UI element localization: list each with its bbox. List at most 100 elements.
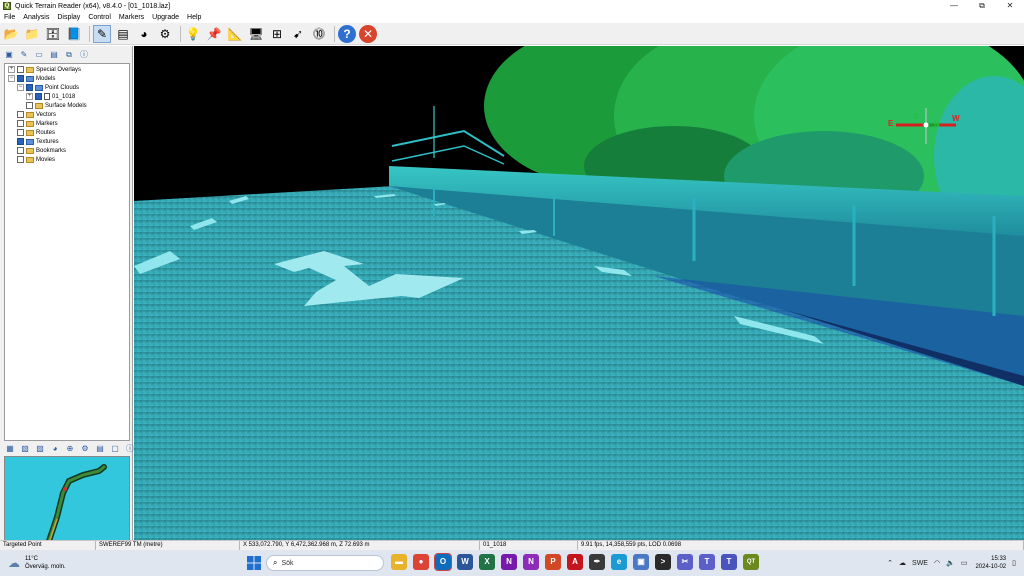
tree-item[interactable]: Movies	[5, 155, 129, 164]
teams-alt-icon[interactable]: T	[721, 554, 737, 570]
counter-10-icon[interactable]: ⓾	[310, 25, 328, 43]
checkbox[interactable]	[17, 129, 24, 136]
weather-widget[interactable]: ☁ 11°C Överväg. moln.	[8, 553, 88, 573]
qtr-taskbar-icon[interactable]: QT	[743, 554, 759, 570]
close-icon[interactable]: ✕	[996, 0, 1024, 12]
layers-icon[interactable]: ▤	[114, 25, 132, 43]
checkbox[interactable]	[26, 84, 33, 91]
word-icon[interactable]: W	[457, 554, 473, 570]
panel-info-icon[interactable]: ⓘ	[78, 49, 90, 60]
battery-icon[interactable]: ▭	[961, 559, 968, 567]
edge-icon[interactable]: e	[611, 554, 627, 570]
triangle-ruler-icon[interactable]: 📐	[226, 25, 244, 43]
lightbulb-icon[interactable]: 💡	[184, 25, 202, 43]
tree-item[interactable]: +01_1018	[5, 92, 129, 101]
powerpoint-icon[interactable]: P	[545, 554, 561, 570]
layer-tree[interactable]: + Special Overlays − Models − Point Clouds +01…	[4, 63, 130, 441]
tree-item[interactable]: Vectors	[5, 110, 129, 119]
notification-icon[interactable]: ▯	[1012, 559, 1016, 567]
menu-control[interactable]: Control	[84, 12, 115, 23]
taskbar-search[interactable]: ⌕ Sök	[266, 555, 384, 571]
system-clock[interactable]: 15:33 2024-10-02	[975, 555, 1006, 571]
tree-item[interactable]: − Models	[5, 74, 129, 83]
menu-upgrade[interactable]: Upgrade	[148, 12, 183, 23]
map-tool-2-icon[interactable]: ▧	[19, 443, 31, 454]
volume-icon[interactable]: 🔈	[946, 559, 955, 567]
checkbox[interactable]	[17, 66, 24, 73]
book-icon[interactable]: 📘	[65, 25, 83, 43]
menu-markers[interactable]: Markers	[115, 12, 148, 23]
help-icon[interactable]: ?	[338, 24, 356, 43]
onenote-icon[interactable]: N	[501, 554, 517, 570]
terminal-icon[interactable]: >	[655, 554, 671, 570]
map-color-icon[interactable]: ◕	[49, 443, 61, 454]
checkbox[interactable]	[17, 156, 24, 163]
maximize-icon[interactable]: ⧉	[968, 0, 996, 12]
map-select-icon[interactable]: ▢	[109, 443, 121, 454]
folder-icon	[26, 66, 34, 73]
map-zoom-icon[interactable]: ⊕	[64, 443, 76, 454]
wifi-icon[interactable]: ◠	[934, 559, 940, 567]
monitor-icon[interactable]: 🖥	[247, 25, 265, 43]
tree-item[interactable]: Markers	[5, 119, 129, 128]
language-indicator[interactable]: SWE	[912, 560, 928, 567]
map-settings-icon[interactable]: ⚙	[79, 443, 91, 454]
add-folder-icon[interactable]: 📁	[23, 25, 41, 43]
checkbox[interactable]	[35, 93, 42, 100]
panel-view-icon[interactable]: ▣	[3, 49, 15, 60]
snipping-icon[interactable]: ✂	[677, 554, 693, 570]
panel-edit-icon[interactable]: ✎	[18, 49, 30, 60]
tree-item[interactable]: Textures	[5, 137, 129, 146]
color-wheel-icon[interactable]: ◕	[135, 25, 153, 43]
panel-layers-icon[interactable]: ▤	[48, 49, 60, 60]
checkbox[interactable]	[17, 111, 24, 118]
chevron-up-icon[interactable]: ⌃	[887, 559, 893, 567]
map-grid-icon[interactable]: ▤	[94, 443, 106, 454]
pen-app-icon[interactable]: ✒	[589, 554, 605, 570]
checkbox[interactable]	[17, 75, 24, 82]
tree-item[interactable]: Routes	[5, 128, 129, 137]
tree-item[interactable]: Surface Models	[5, 101, 129, 110]
outlook-icon[interactable]: O	[434, 553, 452, 571]
chrome-icon[interactable]: ●	[413, 554, 429, 570]
menu-display[interactable]: Display	[53, 12, 84, 23]
checkbox[interactable]	[26, 102, 33, 109]
expander-icon[interactable]: −	[17, 84, 24, 91]
photos-icon[interactable]: ▣	[633, 554, 649, 570]
menu-help[interactable]: Help	[183, 12, 205, 23]
cursor-tool-icon[interactable]: ➹	[289, 25, 307, 43]
map-tool-3-icon[interactable]: ▨	[34, 443, 46, 454]
checkbox[interactable]	[17, 120, 24, 127]
tree-item[interactable]: − Point Clouds	[5, 83, 129, 92]
exit-icon[interactable]: ✕	[359, 24, 377, 43]
highlight-tool-icon[interactable]: ✎	[93, 24, 111, 43]
menu-file[interactable]: File	[0, 12, 19, 23]
expander-icon[interactable]: +	[8, 66, 15, 73]
tree-item[interactable]: + Special Overlays	[5, 65, 129, 74]
checkbox[interactable]	[17, 147, 24, 154]
grid-points-icon[interactable]: ⊞	[268, 25, 286, 43]
excel-icon[interactable]: X	[479, 554, 495, 570]
point-cloud-viewport[interactable]: E S N W	[134, 46, 1024, 540]
expander-icon[interactable]: +	[26, 93, 33, 100]
windows-start-icon[interactable]	[246, 555, 262, 571]
acrobat-icon[interactable]: A	[567, 554, 583, 570]
minimize-icon[interactable]: —	[940, 0, 968, 12]
panel-copy-icon[interactable]: ⧉	[63, 49, 75, 60]
tree-item-label: 01_1018	[52, 93, 76, 100]
compass-widget[interactable]: E S N W	[886, 108, 968, 144]
menu-analysis[interactable]: Analysis	[19, 12, 53, 23]
pushpin-icon[interactable]: 📌	[205, 25, 223, 43]
teams-icon[interactable]: T	[699, 554, 715, 570]
checkbox[interactable]	[17, 138, 24, 145]
file-explorer-icon[interactable]: ▬	[391, 554, 407, 570]
expander-icon[interactable]: −	[8, 75, 15, 82]
onenote-alt-icon[interactable]: N	[523, 554, 539, 570]
settings-icon[interactable]: ⚙	[156, 25, 174, 43]
open-folder-icon[interactable]: 📂	[2, 25, 20, 43]
tree-item[interactable]: Bookmarks	[5, 146, 129, 155]
panel-new-icon[interactable]: ▭	[33, 49, 45, 60]
data-store-icon[interactable]: 🗄	[44, 25, 62, 43]
map-tool-1-icon[interactable]: ▦	[4, 443, 16, 454]
onedrive-icon[interactable]: ☁	[899, 559, 906, 567]
